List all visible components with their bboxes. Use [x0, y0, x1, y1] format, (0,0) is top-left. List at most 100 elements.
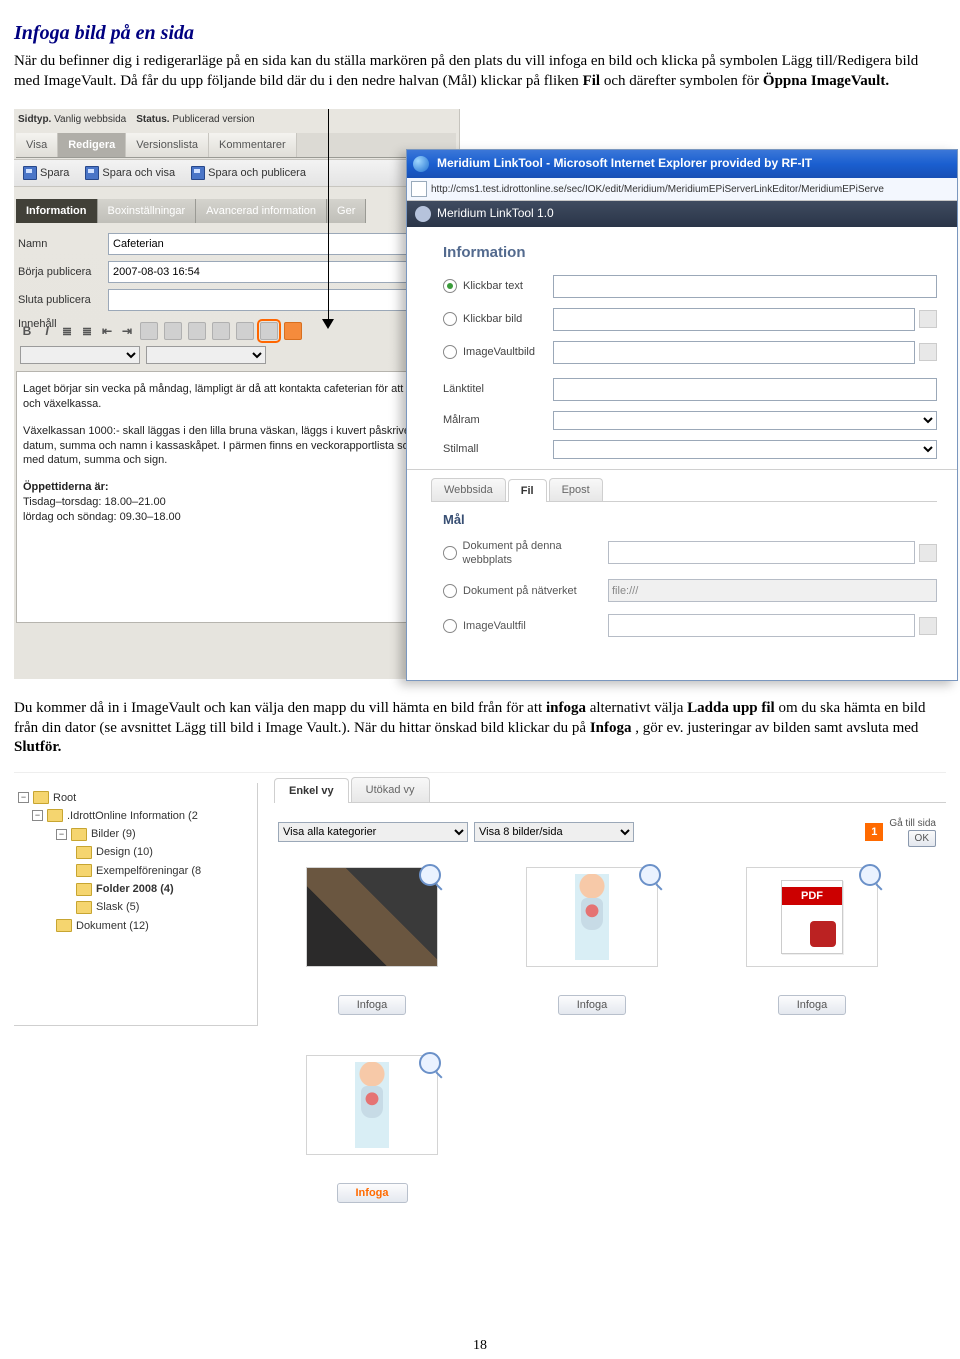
save-button[interactable]: Spara [18, 164, 74, 182]
linktool-body: Information Klickbar text Klickbar bild … [407, 227, 957, 637]
tree-bilder[interactable]: Bilder (9) [91, 827, 136, 841]
tree-dokument[interactable]: Dokument (12) [76, 919, 149, 933]
radio-imagevaultbild[interactable] [443, 345, 457, 359]
collapse-icon[interactable]: − [56, 829, 67, 840]
tab-versionslista[interactable]: Versionslista [126, 133, 209, 157]
style-select-2[interactable] [146, 346, 266, 364]
outdent-icon[interactable]: ⇤ [100, 324, 114, 338]
tab-kommentarer[interactable]: Kommentarer [209, 133, 297, 157]
save-publish-button[interactable]: Spara och publicera [186, 164, 311, 182]
thumbnail-image[interactable] [746, 867, 878, 967]
toolbar-icon[interactable] [140, 322, 158, 340]
stilmall-select[interactable] [553, 440, 937, 459]
collapse-icon[interactable]: − [32, 810, 43, 821]
folder-icon [33, 791, 49, 804]
infoga-button[interactable]: Infoga [338, 995, 407, 1015]
ok-button[interactable]: OK [908, 830, 936, 847]
linktool-title-text: Meridium LinkTool - Microsoft Internet E… [437, 156, 812, 172]
thumbnail-image[interactable] [526, 867, 658, 967]
toolbar-icon[interactable] [284, 322, 302, 340]
editor-subtabs: Information Boxinställningar Avancerad i… [16, 199, 456, 223]
field-borja-label: Börja publicera [18, 265, 108, 279]
tab-fil[interactable]: Fil [508, 479, 547, 502]
malram-select[interactable] [553, 411, 937, 430]
klickbar-bild-input[interactable] [553, 308, 915, 331]
linktool-titlebar[interactable]: Meridium LinkTool - Microsoft Internet E… [407, 150, 957, 178]
radio-doc-webbplats[interactable] [443, 546, 457, 560]
doc-webbplats-input[interactable] [608, 541, 915, 564]
editor-panel: Sidtyp. Vanlig webbsida Status. Publicer… [14, 109, 460, 679]
editor-wysiwyg-toolbar: B I ≣ ≣ ⇤ ⇥ [18, 319, 448, 369]
radio-klickbar-bild[interactable] [443, 312, 457, 326]
radio-imagevaultfil[interactable] [443, 619, 457, 633]
field-sluta-input[interactable] [108, 289, 448, 311]
tab-utokad-vy[interactable]: Utökad vy [351, 777, 430, 802]
tab-redigera[interactable]: Redigera [58, 133, 126, 157]
field-namn-input[interactable] [108, 233, 448, 255]
klickbar-text-input[interactable] [553, 275, 937, 298]
unlink-icon[interactable] [236, 322, 254, 340]
infoga-button-selected[interactable]: Infoga [337, 1183, 408, 1203]
subtab-avancerad[interactable]: Avancerad information [196, 199, 327, 223]
linktool-app-title: Meridium LinkTool 1.0 [437, 206, 554, 222]
subtab-information[interactable]: Information [16, 199, 98, 223]
status-line: Sidtyp. Vanlig webbsida Status. Publicer… [18, 113, 255, 126]
browse-image-icon[interactable] [919, 310, 937, 328]
folder-icon [76, 901, 92, 914]
field-borja-input[interactable] [108, 261, 448, 283]
italic-icon[interactable]: I [40, 324, 54, 338]
per-page-select[interactable]: Visa 8 bilder/sida [474, 822, 634, 842]
magnifier-icon[interactable] [859, 864, 881, 886]
magnifier-icon[interactable] [419, 864, 441, 886]
tree-root[interactable]: Root [53, 791, 76, 805]
tab-webbsida[interactable]: Webbsida [431, 478, 506, 501]
tab-visa[interactable]: Visa [16, 133, 58, 157]
collapse-icon[interactable]: − [18, 792, 29, 803]
num-list-icon[interactable]: ≣ [60, 324, 74, 338]
imagevaultbild-input[interactable] [553, 341, 915, 364]
tree-folder2008[interactable]: Folder 2008 (4) [96, 882, 174, 896]
iv-filter-row: Visa alla kategorier Visa 8 bilder/sida … [278, 817, 946, 847]
imagevault-image-icon[interactable] [260, 322, 278, 340]
bold-icon[interactable]: B [20, 324, 34, 338]
tree-slask[interactable]: Slask (5) [96, 900, 139, 914]
subtab-boxinstallningar[interactable]: Boxinställningar [98, 199, 197, 223]
intro-bold-oppna: Öppna ImageVault. [763, 73, 889, 89]
lanktitel-input[interactable] [553, 378, 937, 401]
tab-enkel-vy[interactable]: Enkel vy [274, 778, 349, 803]
radio-doc-natverk[interactable] [443, 584, 457, 598]
linktool-window: Meridium LinkTool - Microsoft Internet E… [406, 149, 958, 681]
radio-klickbar-text[interactable] [443, 279, 457, 293]
editor-content-area[interactable]: Laget börjar sin vecka på måndag, lämpli… [16, 371, 468, 623]
imagevaultfil-input[interactable] [608, 614, 915, 637]
infoga-button[interactable]: Infoga [778, 995, 847, 1015]
thumbnail-image[interactable] [306, 1055, 438, 1155]
toolbar-icon[interactable] [164, 322, 182, 340]
open-imagevault-icon[interactable] [919, 617, 937, 635]
doc-natverk-input[interactable] [608, 579, 937, 602]
magnifier-icon[interactable] [639, 864, 661, 886]
bul-list-icon[interactable]: ≣ [80, 324, 94, 338]
page-current[interactable]: 1 [865, 823, 883, 841]
browse-icon[interactable] [919, 544, 937, 562]
editor-tabs: Visa Redigera Versionslista Kommentarer [16, 133, 456, 158]
tab-epost[interactable]: Epost [549, 478, 603, 501]
tree-exempel[interactable]: Exempelföreningar (8 [96, 864, 201, 878]
page-icon [411, 181, 427, 197]
link-icon[interactable] [212, 322, 230, 340]
subtab-ger[interactable]: Ger [327, 199, 366, 223]
save-view-button[interactable]: Spara och visa [80, 164, 180, 182]
tree-design[interactable]: Design (10) [96, 845, 153, 859]
open-imagevault-icon[interactable] [919, 343, 937, 361]
category-select[interactable]: Visa alla kategorier [278, 822, 468, 842]
magnifier-icon[interactable] [419, 1052, 441, 1074]
infoga-button[interactable]: Infoga [558, 995, 627, 1015]
tree-ioinfo[interactable]: .IdrottOnline Information (2 [67, 809, 198, 823]
anatomy-thumbnail [575, 874, 609, 960]
thumbnail-image[interactable] [306, 867, 438, 967]
toolbar-icon[interactable] [188, 322, 206, 340]
indent-icon[interactable]: ⇥ [120, 324, 134, 338]
status-sidtyp-value: Vanlig webbsida [54, 114, 126, 125]
folder-icon [71, 828, 87, 841]
style-select[interactable] [20, 346, 140, 364]
